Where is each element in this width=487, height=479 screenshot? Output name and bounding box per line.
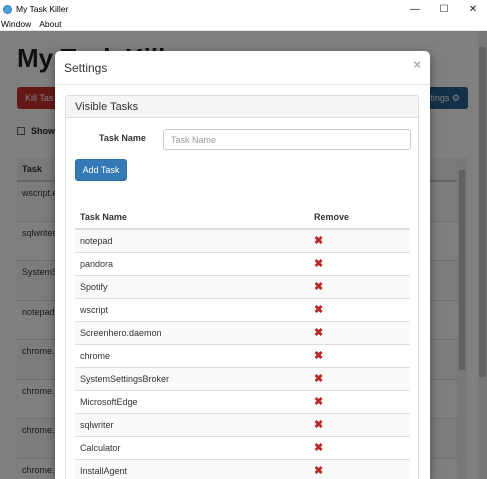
modal-header: Settings ×: [55, 51, 430, 85]
task-name-form: Task Name: [66, 128, 418, 150]
task-name-cell: pandora: [75, 252, 309, 276]
title-bar: My Task Killer — ☐ ✕: [0, 0, 487, 18]
table-row: chrome ✖: [75, 344, 410, 368]
task-name-cell: Spotify: [75, 275, 309, 299]
table-row: wscript ✖: [75, 298, 410, 322]
modal-title: Settings: [64, 60, 108, 75]
remove-icon[interactable]: ✖: [314, 465, 323, 477]
minimize-button[interactable]: —: [403, 0, 427, 18]
table-row: notepad ✖: [75, 229, 410, 253]
remove-icon[interactable]: ✖: [314, 350, 323, 362]
remove-column-header: Remove: [309, 206, 410, 230]
visible-tasks-panel: Visible Tasks Task Name Add Task Task Na…: [65, 95, 419, 479]
add-task-button[interactable]: Add Task: [75, 159, 127, 181]
panel-heading: Visible Tasks: [66, 96, 418, 118]
settings-modal: Settings × Visible Tasks Task Name Add T…: [55, 51, 430, 479]
table-row: SystemSettingsBroker ✖: [75, 367, 410, 391]
task-name-cell: chrome: [75, 344, 309, 368]
menu-bar: Window About: [0, 18, 487, 31]
table-header-row: Task Name Remove: [75, 206, 410, 230]
task-name-cell: wscript: [75, 298, 309, 322]
close-window-button[interactable]: ✕: [461, 0, 485, 18]
remove-icon[interactable]: ✖: [314, 419, 323, 431]
task-name-label: Task Name: [99, 133, 146, 143]
remove-icon[interactable]: ✖: [314, 373, 323, 385]
remove-icon[interactable]: ✖: [314, 235, 323, 247]
visible-tasks-table: Task Name Remove notepad ✖ pandora ✖ Spoti…: [75, 206, 410, 479]
task-name-cell: MicrosoftEdge: [75, 390, 309, 414]
menu-window[interactable]: Window: [1, 19, 31, 29]
window-title: My Task Killer: [16, 4, 69, 14]
task-name-cell: notepad: [75, 229, 309, 253]
table-row: Calculator ✖: [75, 436, 410, 460]
task-name-cell: sqlwriter: [75, 413, 309, 437]
table-row: MicrosoftEdge ✖: [75, 390, 410, 414]
task-name-input[interactable]: [163, 129, 411, 150]
table-row: InstallAgent ✖: [75, 459, 410, 479]
maximize-button[interactable]: ☐: [432, 0, 456, 18]
remove-icon[interactable]: ✖: [314, 304, 323, 316]
close-icon[interactable]: ×: [413, 57, 421, 72]
table-row: pandora ✖: [75, 252, 410, 276]
remove-icon[interactable]: ✖: [314, 281, 323, 293]
task-name-cell: Calculator: [75, 436, 309, 460]
remove-icon[interactable]: ✖: [314, 442, 323, 454]
task-name-cell: InstallAgent: [75, 459, 309, 479]
remove-icon[interactable]: ✖: [314, 396, 323, 408]
menu-about[interactable]: About: [39, 19, 61, 29]
table-row: sqlwriter ✖: [75, 413, 410, 437]
remove-icon[interactable]: ✖: [314, 258, 323, 270]
remove-icon[interactable]: ✖: [314, 327, 323, 339]
app-icon: [3, 4, 12, 14]
table-row: Spotify ✖: [75, 275, 410, 299]
task-name-column-header: Task Name: [75, 206, 309, 230]
table-row: Screenhero.daemon ✖: [75, 321, 410, 345]
task-name-cell: SystemSettingsBroker: [75, 367, 309, 391]
task-name-cell: Screenhero.daemon: [75, 321, 309, 345]
